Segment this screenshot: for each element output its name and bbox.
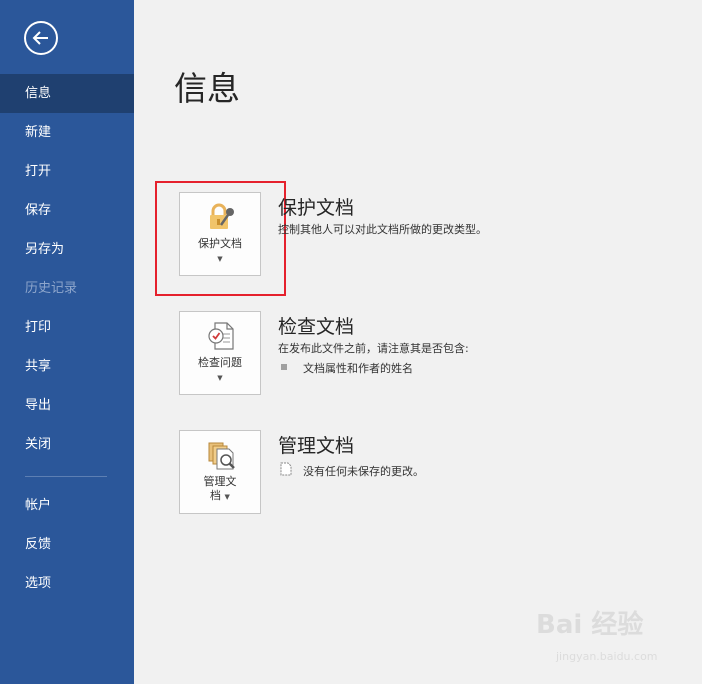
inspect-document-title: 检查文档 — [278, 316, 355, 338]
back-button[interactable] — [24, 21, 58, 55]
highlight-box — [155, 181, 286, 296]
manage-document-label-line2: 档 — [210, 489, 222, 502]
manage-document-label-line1: 管理文 — [203, 475, 237, 488]
baidu-watermark: Bai 经验 — [536, 610, 644, 640]
sidebar-item-close[interactable]: 关闭 — [0, 425, 134, 464]
inspect-document-desc: 在发布此文件之前，请注意其是否包含: — [278, 342, 469, 355]
sidebar-item-open[interactable]: 打开 — [0, 152, 134, 191]
manage-document-icon — [208, 442, 235, 470]
sidebar-divider — [25, 476, 107, 477]
inspect-bullet-item: 文档属性和作者的姓名 — [303, 362, 413, 375]
sidebar-item-account[interactable]: 帐户 — [0, 486, 134, 525]
page-title: 信息 — [174, 69, 240, 108]
bullet-square-icon — [281, 364, 287, 370]
sidebar-item-feedback[interactable]: 反馈 — [0, 525, 134, 564]
protect-document-title: 保护文档 — [278, 197, 355, 219]
check-issues-label: 检查问题 — [198, 356, 242, 369]
check-issues-button[interactable]: 检查问题 ▼ — [179, 311, 261, 395]
sidebar-item-share[interactable]: 共享 — [0, 347, 134, 386]
sidebar-item-options[interactable]: 选项 — [0, 564, 134, 603]
sidebar-item-history: 历史记录 — [25, 281, 78, 296]
manage-document-desc: 没有任何未保存的更改。 — [303, 465, 424, 478]
protect-document-desc: 控制其他人可以对此文档所做的更改类型。 — [278, 223, 487, 236]
sidebar-item-print[interactable]: 打印 — [0, 308, 134, 347]
dropdown-caret-icon: ▼ — [217, 374, 223, 382]
dropdown-caret-icon: ▼ — [224, 493, 230, 501]
manage-document-button[interactable]: 管理文档 ▼ — [179, 430, 261, 514]
inspect-document-icon — [208, 322, 234, 350]
sidebar-item-export[interactable]: 导出 — [0, 386, 134, 425]
sidebar-item-new[interactable]: 新建 — [0, 113, 134, 152]
document-icon — [280, 462, 292, 476]
sidebar: 信息 新建 打开 保存 另存为 历史记录 打印 共享 导出 关闭 帐户 反馈 选… — [0, 0, 134, 684]
baidu-watermark-url: jingyan.baidu.com — [556, 650, 658, 663]
sidebar-item-info[interactable]: 信息 — [0, 74, 134, 113]
sidebar-item-save-as[interactable]: 另存为 — [0, 230, 134, 269]
manage-document-title: 管理文档 — [278, 435, 355, 457]
back-arrow-icon — [32, 31, 48, 45]
sidebar-item-save[interactable]: 保存 — [0, 191, 134, 230]
